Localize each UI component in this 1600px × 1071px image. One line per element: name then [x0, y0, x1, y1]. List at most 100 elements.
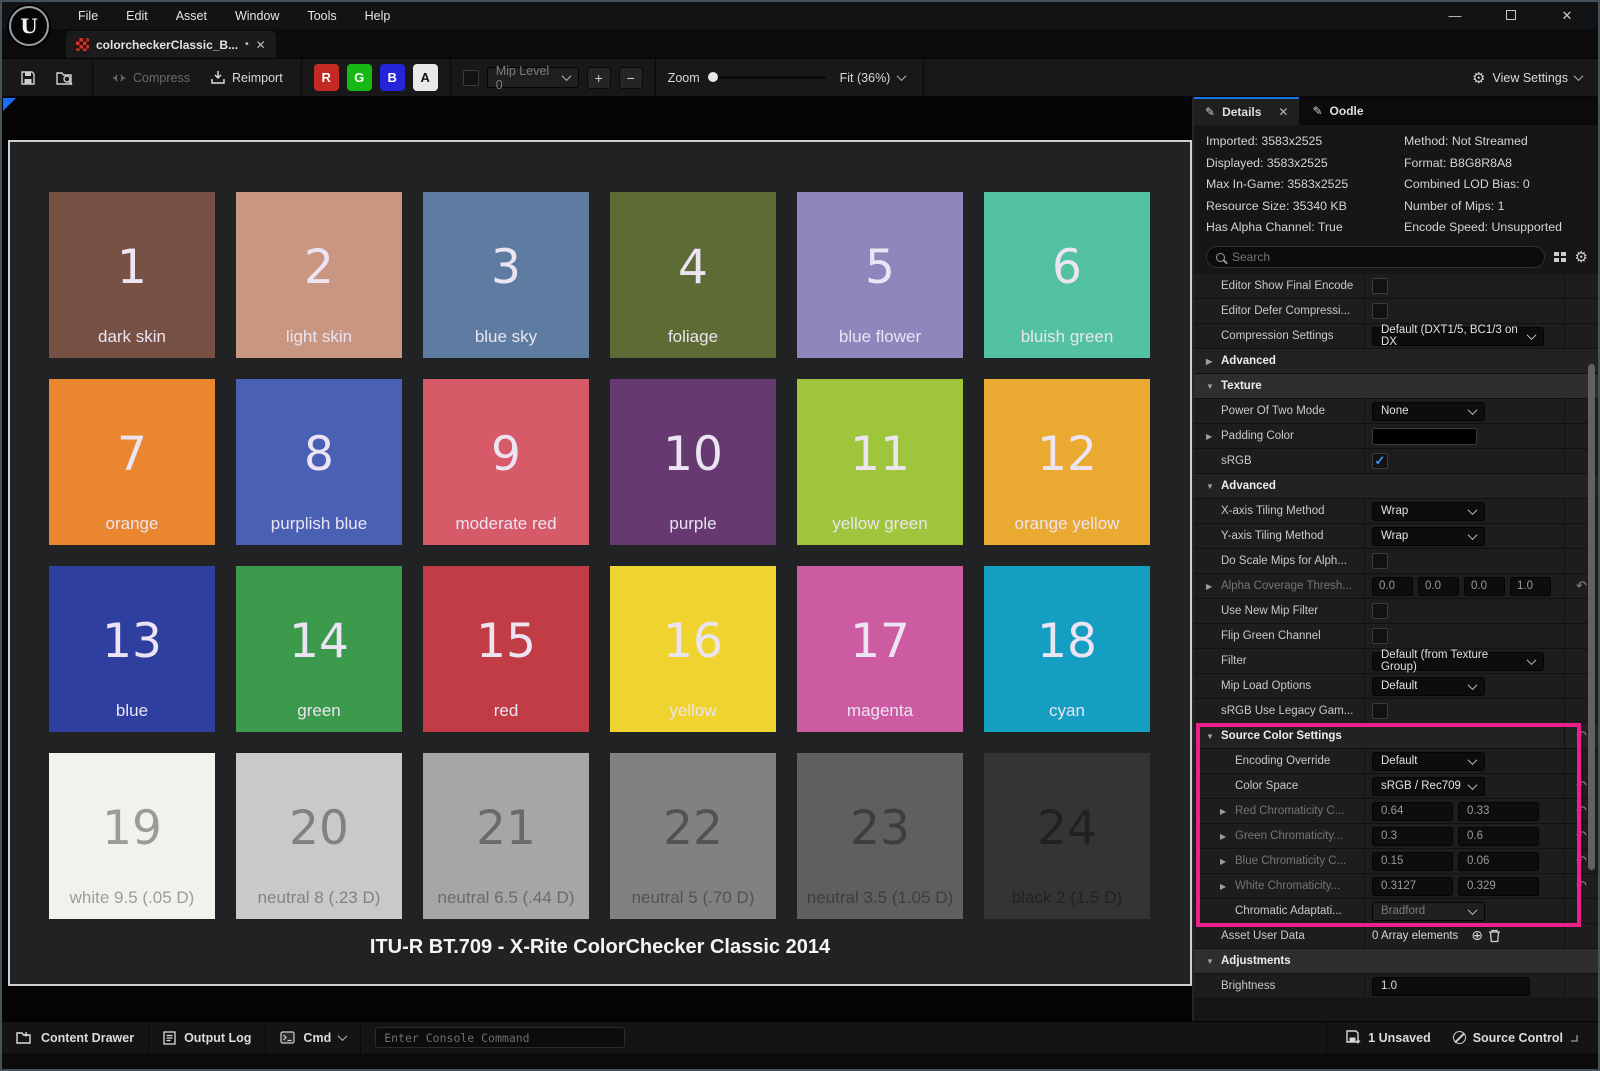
- alpha-channel-button[interactable]: A: [413, 64, 438, 91]
- expand-arrow-icon[interactable]: ▶: [1220, 882, 1230, 891]
- compression-settings-dropdown[interactable]: Default (DXT1/5, BC1/3 on DX: [1372, 327, 1544, 346]
- add-element-icon[interactable]: ⊕: [1471, 928, 1483, 944]
- output-log-button[interactable]: Output Log: [149, 1022, 266, 1053]
- srgb-checkbox[interactable]: ✓: [1372, 453, 1388, 469]
- zoom-slider-thumb[interactable]: [708, 72, 718, 82]
- source-control-button[interactable]: Source Control: [1453, 1031, 1578, 1045]
- brightness-input[interactable]: 1.0: [1372, 977, 1530, 996]
- menu-tools[interactable]: Tools: [293, 2, 350, 29]
- mip-level-dropdown[interactable]: Mip Level 0: [487, 67, 579, 88]
- white-chromaticity-y[interactable]: 0.329: [1458, 877, 1539, 896]
- property-label: Filter: [1194, 649, 1364, 673]
- color-space-dropdown[interactable]: sRGB / Rec709: [1372, 777, 1485, 796]
- reimport-button[interactable]: Reimport: [204, 66, 289, 89]
- unsaved-button[interactable]: 1 Unsaved: [1345, 1030, 1431, 1045]
- mip-load-options-dropdown[interactable]: Default: [1372, 677, 1485, 696]
- editor-show-final-encode-checkbox[interactable]: [1372, 278, 1388, 294]
- details-tab-close-icon[interactable]: ✕: [1278, 105, 1288, 119]
- search-input[interactable]: [1232, 250, 1535, 264]
- collapse-arrow-icon[interactable]: ▼: [1206, 732, 1216, 741]
- tab-details[interactable]: ✎ Details ✕: [1194, 97, 1299, 125]
- alpha-coverage-a[interactable]: 1.0: [1510, 577, 1551, 596]
- property-label: Flip Green Channel: [1194, 624, 1364, 648]
- menu-help[interactable]: Help: [351, 2, 405, 29]
- srgb-legacy-checkbox[interactable]: [1372, 703, 1388, 719]
- y-axis-tiling-dropdown[interactable]: Wrap: [1372, 527, 1485, 546]
- blue-chromaticity-x[interactable]: 0.15: [1372, 852, 1453, 871]
- green-chromaticity-x[interactable]: 0.3: [1372, 827, 1453, 846]
- tab-oodle[interactable]: ✎ Oodle: [1301, 97, 1374, 125]
- do-scale-mips-checkbox[interactable]: [1372, 553, 1388, 569]
- filter-dropdown[interactable]: Default (from Texture Group): [1372, 652, 1544, 671]
- flip-green-channel-checkbox[interactable]: [1372, 628, 1388, 644]
- chromatic-adaptation-dropdown[interactable]: Bradford: [1372, 902, 1485, 921]
- green-chromaticity-y[interactable]: 0.6: [1458, 827, 1539, 846]
- asset-tab[interactable]: colorcheckerClassic_B... • ✕: [66, 31, 276, 58]
- browse-to-asset-button[interactable]: [50, 66, 80, 90]
- padding-color-swatch[interactable]: [1372, 428, 1477, 445]
- collapse-arrow-icon[interactable]: ▼: [1206, 482, 1216, 491]
- blue-chromaticity-y[interactable]: 0.06: [1458, 852, 1539, 871]
- power-of-two-mode-dropdown[interactable]: None: [1372, 402, 1485, 421]
- expand-arrow-icon[interactable]: ▶: [1220, 807, 1230, 816]
- view-settings-label[interactable]: View Settings: [1492, 71, 1568, 85]
- panel-scrollbar[interactable]: [1588, 364, 1595, 870]
- mip-level-checkbox[interactable]: [463, 70, 479, 86]
- collapse-arrow-icon[interactable]: ▼: [1206, 957, 1216, 966]
- menu-edit[interactable]: Edit: [112, 2, 162, 29]
- maximize-button[interactable]: [1498, 8, 1524, 23]
- asset-user-data-value: 0 Array elements: [1372, 930, 1458, 942]
- zoom-slider[interactable]: [708, 76, 826, 79]
- info-format: Format: B8G8R8A8: [1404, 156, 1598, 170]
- display-options-icon[interactable]: [1554, 252, 1566, 262]
- save-button[interactable]: [14, 66, 42, 90]
- color-swatch: 19 white 9.5 (.05 D): [49, 753, 215, 919]
- editor-defer-compression-checkbox[interactable]: [1372, 303, 1388, 319]
- menu-window[interactable]: Window: [221, 2, 293, 29]
- settings-gear-icon[interactable]: ⚙: [1575, 248, 1588, 266]
- blue-channel-button[interactable]: B: [380, 64, 405, 91]
- minimize-button[interactable]: —: [1442, 8, 1468, 23]
- mip-plus-button[interactable]: +: [587, 67, 611, 89]
- green-channel-button[interactable]: G: [347, 64, 372, 91]
- console-command-box[interactable]: [375, 1027, 625, 1048]
- menu-asset[interactable]: Asset: [162, 2, 221, 29]
- trash-icon[interactable]: [1488, 929, 1501, 943]
- content-drawer-button[interactable]: Content Drawer: [2, 1022, 149, 1053]
- alpha-coverage-r[interactable]: 0.0: [1372, 577, 1413, 596]
- section-advanced-collapsed[interactable]: ▶ Advanced: [1194, 349, 1598, 374]
- alpha-coverage-b[interactable]: 0.0: [1464, 577, 1505, 596]
- close-button[interactable]: ✕: [1554, 8, 1580, 24]
- white-chromaticity-x[interactable]: 0.3127: [1372, 877, 1453, 896]
- red-channel-button[interactable]: R: [314, 64, 339, 91]
- section-advanced-expanded[interactable]: ▼ Advanced: [1194, 474, 1598, 499]
- red-chromaticity-y[interactable]: 0.33: [1458, 802, 1539, 821]
- expand-arrow-icon[interactable]: ▶: [1220, 857, 1230, 866]
- fit-dropdown[interactable]: Fit (36%): [834, 67, 912, 89]
- console-command-input[interactable]: [384, 1031, 616, 1045]
- unsaved-dot-icon: •: [245, 39, 249, 50]
- expand-arrow-icon[interactable]: ▶: [1220, 832, 1230, 841]
- mip-minus-button[interactable]: −: [619, 67, 643, 89]
- x-axis-tiling-dropdown[interactable]: Wrap: [1372, 502, 1485, 521]
- view-settings-group: ⚙ View Settings: [1472, 59, 1598, 96]
- search-box[interactable]: [1206, 246, 1545, 268]
- menu-file[interactable]: File: [64, 2, 112, 29]
- section-source-color-settings[interactable]: ▼ Source Color Settings ↶: [1194, 724, 1598, 749]
- use-new-mip-filter-checkbox[interactable]: [1372, 603, 1388, 619]
- section-texture[interactable]: ▼ Texture: [1194, 374, 1598, 399]
- section-adjustments[interactable]: ▼ Adjustments: [1194, 949, 1598, 974]
- reset-to-default-icon[interactable]: ↶: [1564, 874, 1598, 898]
- collapse-arrow-icon[interactable]: ▼: [1206, 382, 1216, 391]
- cmd-selector[interactable]: Cmd: [266, 1022, 361, 1053]
- compress-button[interactable]: Compress: [105, 67, 196, 89]
- expand-arrow-icon[interactable]: ▶: [1206, 432, 1216, 441]
- alpha-coverage-g[interactable]: 0.0: [1418, 577, 1459, 596]
- expand-arrow-icon[interactable]: ▶: [1206, 582, 1216, 591]
- expand-arrow-icon[interactable]: ▶: [1206, 357, 1216, 366]
- swatch-label: moderate red: [423, 514, 589, 534]
- tab-close-icon[interactable]: ✕: [256, 38, 266, 52]
- texture-viewport[interactable]: 1 dark skin 2 light skin 3 blue sky 4 fo…: [2, 97, 1194, 1021]
- encoding-override-dropdown[interactable]: Default: [1372, 752, 1485, 771]
- red-chromaticity-x[interactable]: 0.64: [1372, 802, 1453, 821]
